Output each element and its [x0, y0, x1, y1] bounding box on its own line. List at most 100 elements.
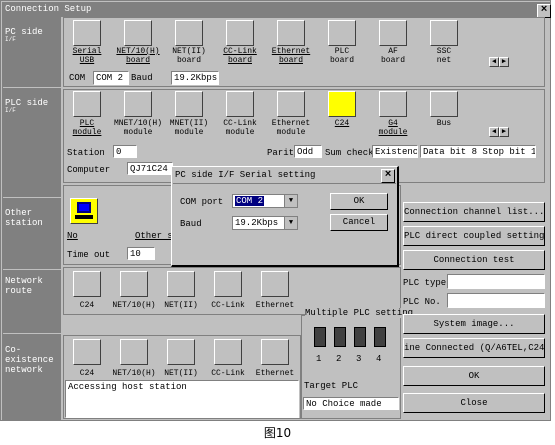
- pc-side-button-1[interactable]: [124, 20, 152, 46]
- sidebar-plc-side-line2: I/F: [5, 107, 16, 114]
- close-button[interactable]: Close: [403, 393, 545, 413]
- sidebar: PC side I/F PLC side I/F Other station N…: [2, 17, 62, 421]
- pc-side-button-3[interactable]: [226, 20, 254, 46]
- plc-side-label-1-line2: module: [123, 128, 153, 137]
- pc-side-label-4-line1: Ethernet: [271, 47, 311, 56]
- network-route-label-2: NET(II): [164, 301, 198, 310]
- network-route-button-3[interactable]: [214, 271, 242, 297]
- pc-side-button-6[interactable]: [379, 20, 407, 46]
- connection-channel-list-button[interactable]: Connection channel list...: [403, 202, 545, 222]
- network-route-label-4: Ethernet: [255, 301, 295, 310]
- pc-side-button-2[interactable]: [175, 20, 203, 46]
- baud-select[interactable]: 19.2Kbps ▼: [232, 216, 298, 230]
- dialog-close-button[interactable]: ×: [381, 169, 395, 183]
- network-route-button-2[interactable]: [167, 271, 195, 297]
- coexistence-label-0: C24: [79, 369, 95, 378]
- dialog-com-port-label: COM port: [180, 197, 224, 207]
- divider: [3, 333, 62, 334]
- plc-side-button-4[interactable]: [277, 91, 305, 117]
- no-station-button[interactable]: [70, 198, 98, 224]
- com-port-select[interactable]: COM 2 ▼: [232, 194, 298, 208]
- plc-side-label-4-line2: module: [276, 128, 306, 137]
- sidebar-pc-side-line2: I/F: [5, 36, 16, 43]
- dropdown-arrow-icon: ▼: [284, 195, 297, 207]
- plc-no-field: [447, 293, 545, 308]
- baud-value: 19.2Kbps: [171, 71, 219, 85]
- coexistence-label-2: NET(II): [164, 369, 198, 378]
- coexistence-button-4[interactable]: [261, 339, 289, 365]
- plc-scroll-right-button[interactable]: ▶: [499, 127, 509, 137]
- plc-side-button-6[interactable]: [379, 91, 407, 117]
- cpu-1-icon[interactable]: [314, 327, 326, 347]
- plc-side-label-2-line2: module: [174, 128, 204, 137]
- cpu-2-icon[interactable]: [334, 327, 346, 347]
- coexistence-button-1[interactable]: [120, 339, 148, 365]
- network-route-label-0: C24: [79, 301, 95, 310]
- cpu-number-4: 4: [376, 354, 382, 364]
- com-port-selected-value: COM 2: [235, 196, 265, 206]
- station-input[interactable]: 0: [113, 145, 137, 158]
- plc-side-button-2[interactable]: [175, 91, 203, 117]
- pc-side-label-2-line2: board: [176, 56, 201, 65]
- timeout-input[interactable]: 10: [127, 247, 155, 260]
- plc-side-button-5[interactable]: [328, 91, 356, 117]
- pc-scroll-right-button[interactable]: ▶: [499, 57, 509, 67]
- sidebar-coexist-line2: network: [5, 365, 43, 375]
- plc-no-label: PLC No.: [403, 297, 441, 307]
- dialog-cancel-button[interactable]: Cancel: [330, 214, 388, 231]
- pc-side-label-0-line1: Serial: [72, 47, 102, 56]
- coexistence-button-0[interactable]: [73, 339, 101, 365]
- target-plc-value: No Choice made: [303, 397, 399, 410]
- plc-type-field: [447, 274, 545, 289]
- pc-side-button-4[interactable]: [277, 20, 305, 46]
- network-route-button-0[interactable]: [73, 271, 101, 297]
- plc-scroll-left-button[interactable]: ◀: [489, 127, 499, 137]
- serial-setting-dialog: PC side I/F Serial setting × COM port CO…: [171, 166, 399, 267]
- plc-side-label-4-line1: Ethernet: [271, 119, 311, 128]
- pc-side-label-3-line2: board: [227, 56, 252, 65]
- plc-side-button-0[interactable]: [73, 91, 101, 117]
- sidebar-coexist-line1: Co-existence: [5, 345, 54, 365]
- plc-side-button-7[interactable]: [430, 91, 458, 117]
- no-station-label: No: [67, 231, 78, 241]
- plc-side-label-3-line2: module: [225, 128, 255, 137]
- sidebar-label-network-route: Network route: [5, 276, 61, 296]
- pc-side-button-0[interactable]: [73, 20, 101, 46]
- cpu-number-1: 1: [316, 354, 322, 364]
- multiple-plc-title: Multiple PLC setting: [305, 308, 414, 318]
- cpu-3-icon[interactable]: [354, 327, 366, 347]
- data-stop-bit-value: Data bit 8 Stop bit 1: [420, 145, 536, 158]
- parity-label: Parit: [267, 148, 295, 158]
- coexistence-button-3[interactable]: [214, 339, 242, 365]
- sum-check-label: Sum check: [325, 148, 374, 158]
- plc-side-label-3-line1: CC-Link: [223, 119, 257, 128]
- window-title: Connection Setup: [5, 4, 92, 14]
- computer-icon: [75, 202, 93, 219]
- line-connected-button[interactable]: ine Connected (Q/A6TEL,C24)...: [403, 338, 545, 358]
- cpu-4-icon[interactable]: [374, 327, 386, 347]
- network-route-button-1[interactable]: [120, 271, 148, 297]
- pc-scroll-left-button[interactable]: ◀: [489, 57, 499, 67]
- timeout-label: Time out: [67, 250, 111, 260]
- sidebar-network-line2: route: [5, 286, 33, 296]
- connection-test-button[interactable]: Connection test: [403, 250, 545, 270]
- pc-side-label-7-line1: SSC: [436, 47, 452, 56]
- sidebar-network-line1: Network: [5, 276, 43, 286]
- pc-side-button-7[interactable]: [430, 20, 458, 46]
- system-image-button[interactable]: System image...: [403, 314, 545, 334]
- window-close-button[interactable]: ×: [537, 4, 551, 18]
- dialog-title-bar: PC side I/F Serial setting ×: [173, 168, 396, 184]
- pc-side-label-1-line1: NET/10(H): [116, 47, 160, 56]
- plc-side-label-6-line1: G4: [388, 119, 398, 128]
- plc-side-button-1[interactable]: [124, 91, 152, 117]
- coexistence-button-2[interactable]: [167, 339, 195, 365]
- plc-side-label-6-line2: module: [378, 128, 408, 137]
- plc-direct-coupled-button[interactable]: PLC direct coupled setting: [403, 226, 545, 246]
- network-route-label-3: CC-Link: [211, 301, 245, 310]
- dialog-title: PC side I/F Serial setting: [175, 170, 316, 180]
- network-route-button-4[interactable]: [261, 271, 289, 297]
- pc-side-button-5[interactable]: [328, 20, 356, 46]
- ok-button[interactable]: OK: [403, 366, 545, 386]
- plc-side-button-3[interactable]: [226, 91, 254, 117]
- dialog-ok-button[interactable]: OK: [330, 193, 388, 210]
